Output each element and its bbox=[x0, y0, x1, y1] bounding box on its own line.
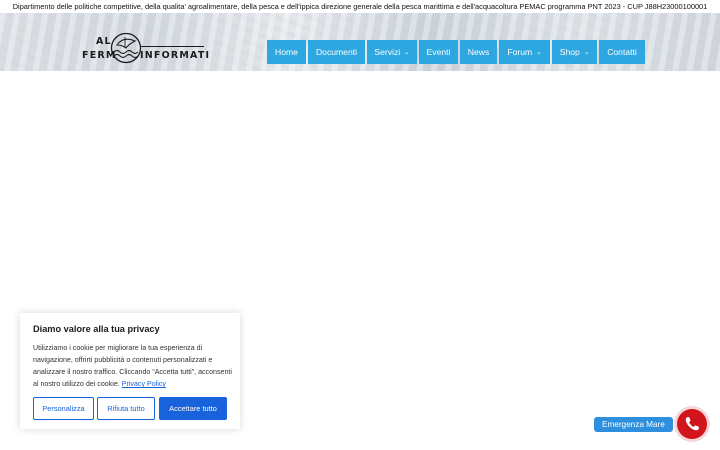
nav-home-label: Home bbox=[275, 47, 298, 57]
nav-news[interactable]: News bbox=[460, 40, 497, 64]
logo-rule bbox=[140, 46, 204, 47]
nav-documenti[interactable]: Documenti bbox=[308, 40, 365, 64]
site-logo[interactable]: AL FERM INFORMATI bbox=[82, 30, 209, 64]
nav-home[interactable]: Home bbox=[267, 40, 306, 64]
nav-news-label: News bbox=[467, 47, 490, 57]
privacy-policy-link[interactable]: Privacy Policy bbox=[122, 380, 166, 388]
cookie-body: Utilizziamo i cookie per migliorare la t… bbox=[33, 342, 233, 390]
emergency-sea-label[interactable]: Emergenza Mare bbox=[594, 417, 673, 432]
nav-forum-label: Forum bbox=[507, 47, 533, 57]
nav-eventi[interactable]: Eventi bbox=[419, 40, 458, 64]
chevron-down-icon: ⌄ bbox=[583, 49, 590, 56]
site-header: AL FERM INFORMATI Home Documenti Servizi… bbox=[0, 13, 720, 71]
nav-servizi[interactable]: Servizi ⌄ bbox=[367, 40, 417, 64]
nav-forum[interactable]: Forum ⌄ bbox=[499, 40, 550, 64]
phone-icon bbox=[685, 417, 699, 431]
logo-text-informati: INFORMATI bbox=[140, 50, 211, 61]
chevron-down-icon: ⌄ bbox=[404, 49, 410, 56]
accept-all-button[interactable]: Accettare tutto bbox=[159, 397, 227, 420]
nav-documenti-label: Documenti bbox=[315, 47, 358, 57]
cookie-consent-banner: Diamo valore alla tua privacy Utilizziam… bbox=[20, 313, 240, 429]
emergency-call-button[interactable] bbox=[677, 409, 707, 439]
nav-eventi-label: Eventi bbox=[426, 47, 451, 57]
cookie-title: Diamo valore alla tua privacy bbox=[33, 324, 160, 334]
customize-button[interactable]: Personalizza bbox=[33, 397, 94, 420]
nav-contatti[interactable]: Contatti bbox=[599, 40, 645, 64]
chevron-down-icon: ⌄ bbox=[536, 49, 542, 56]
nav-servizi-label: Servizi bbox=[374, 47, 401, 57]
nav-shop-label: Shop bbox=[559, 47, 580, 57]
logo-emblem-icon bbox=[110, 32, 142, 64]
nav-shop[interactable]: Shop ⌄ bbox=[552, 40, 597, 64]
top-info-bar: Dipartimento delle politiche competitive… bbox=[0, 0, 720, 13]
nav-contatti-label: Contatti bbox=[607, 47, 637, 57]
reject-all-button[interactable]: Rifiuta tutto bbox=[97, 397, 155, 420]
